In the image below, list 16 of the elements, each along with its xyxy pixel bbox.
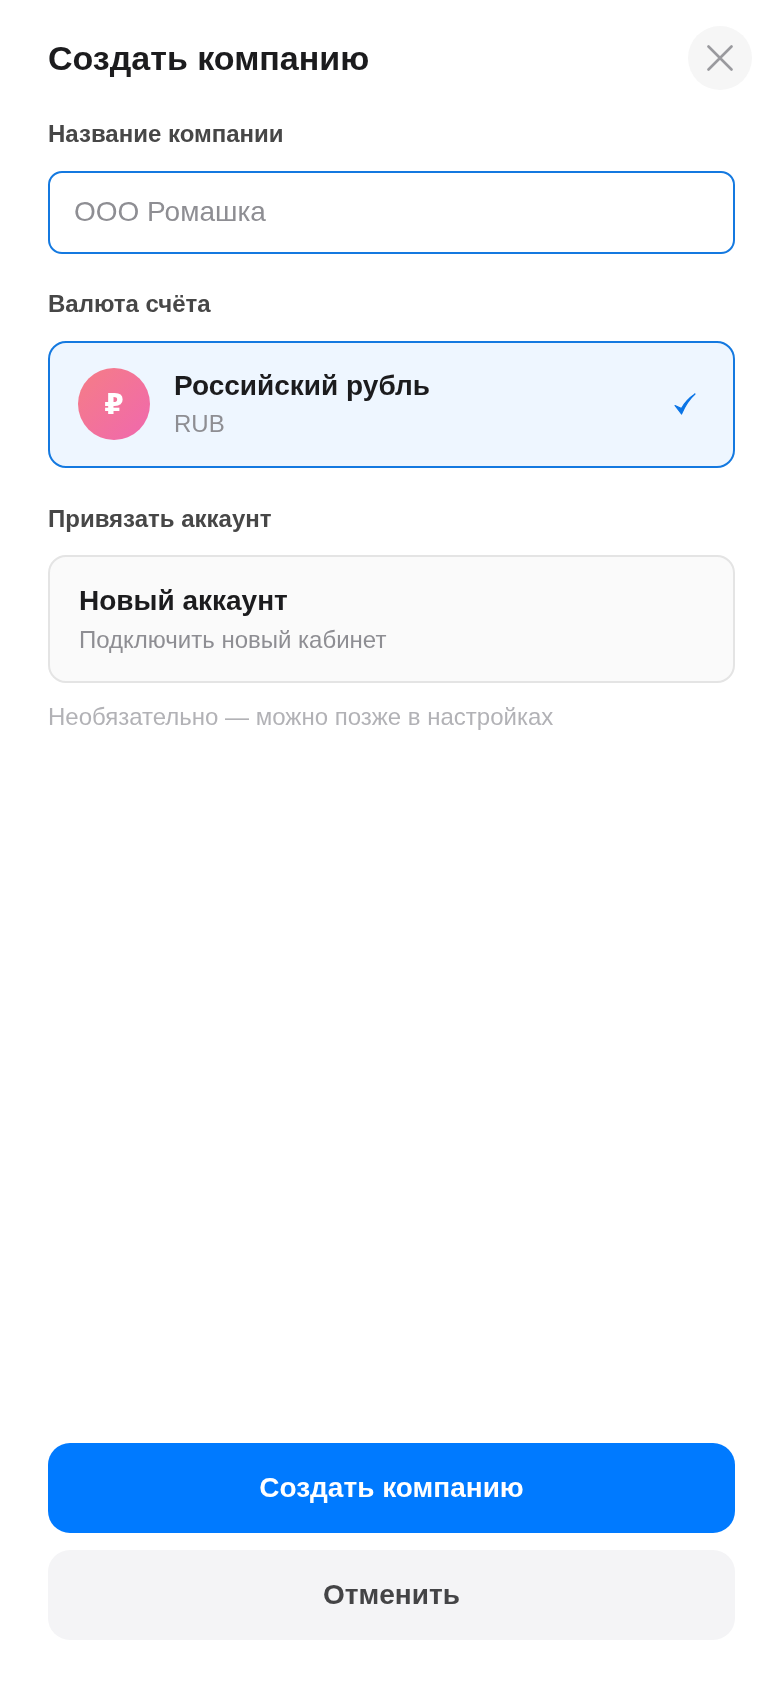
currency-code: RUB bbox=[174, 410, 226, 440]
account-title: Новый аккаунт bbox=[79, 584, 289, 618]
currency-name: Российский рубль bbox=[174, 368, 431, 403]
currency-option[interactable]: ₽ Российский рубль RUB bbox=[48, 340, 735, 468]
dialog-title: Создать компанию bbox=[48, 37, 370, 79]
hint-text: Необязательно — можно позже в настройках bbox=[48, 703, 555, 733]
cancel-button[interactable]: Отменить bbox=[48, 1550, 735, 1640]
field-label: Валюта счёта bbox=[48, 289, 212, 319]
account-subtitle: Подключить новый кабинет bbox=[79, 625, 388, 655]
company-name-input[interactable]: ООО Ромашка bbox=[48, 170, 735, 254]
field-label: Название компании bbox=[48, 120, 285, 149]
currency-symbol: ₽ bbox=[78, 368, 150, 441]
field-label: Привязать аккаунт bbox=[48, 504, 273, 534]
create-button[interactable]: Создать компанию bbox=[48, 1443, 735, 1533]
close-icon bbox=[707, 45, 733, 71]
account-option[interactable]: Новый аккаунт Подключить новый кабинет bbox=[48, 555, 735, 684]
